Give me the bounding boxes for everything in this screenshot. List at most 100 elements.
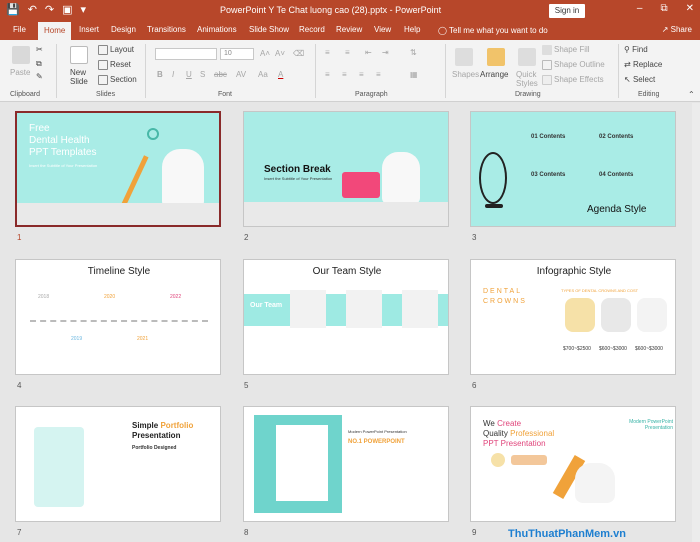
slide6-types: TYPES OF DENTAL CROWNS AND COST	[561, 288, 639, 293]
paste-button[interactable]: Paste	[10, 68, 30, 77]
tab-record[interactable]: Record	[299, 25, 325, 34]
smartart-icon[interactable]: ▦	[410, 70, 418, 79]
underline-button[interactable]: U	[186, 70, 192, 79]
new-slide-button[interactable]: New	[70, 68, 86, 77]
replace-button[interactable]: ⇄ Replace	[624, 60, 662, 69]
new-slide-icon[interactable]	[70, 46, 88, 64]
slide-number-9: 9	[472, 528, 477, 537]
layout-button[interactable]: Layout	[98, 45, 134, 55]
slide-thumbnail-6[interactable]: Infographic Style DENTAL CROWNS TYPES OF…	[470, 259, 676, 375]
numbering-icon[interactable]: ≡	[345, 48, 350, 57]
indent-icon[interactable]: ⇤	[365, 48, 372, 57]
font-color-button[interactable]: A	[278, 70, 283, 79]
member-photo-2	[346, 290, 382, 328]
customize-qat-icon[interactable]: ▾	[81, 3, 87, 16]
text-direction-icon[interactable]: ⇅	[410, 48, 417, 57]
change-case-button[interactable]: Aa	[258, 70, 268, 79]
slide-thumbnail-7[interactable]: Simple Portfolio Presentation Portfolio …	[15, 406, 221, 522]
shapes-button[interactable]: Shapes	[452, 70, 479, 79]
divider	[315, 44, 316, 98]
close-button[interactable]: ✕	[686, 3, 694, 14]
reset-button[interactable]: Reset	[98, 60, 131, 70]
slide-number-7: 7	[17, 528, 22, 537]
shape-outline-icon	[542, 60, 552, 70]
strikethrough-button[interactable]: abc	[214, 70, 227, 79]
sign-in-button[interactable]: Sign in	[549, 4, 585, 18]
tab-insert[interactable]: Insert	[79, 25, 99, 34]
tab-design[interactable]: Design	[111, 25, 136, 34]
slide9-title: We Create Quality Professional PPT Prese…	[483, 419, 555, 448]
quick-styles-icon[interactable]	[518, 48, 536, 66]
tab-transitions[interactable]: Transitions	[147, 25, 186, 34]
shape-outline-button[interactable]: Shape Outline	[542, 60, 605, 70]
crown-gold	[565, 298, 595, 332]
tab-view[interactable]: View	[374, 25, 391, 34]
tab-slide-show[interactable]: Slide Show	[249, 25, 289, 34]
quick-styles-button-line2[interactable]: Styles	[516, 79, 538, 88]
layout-icon	[98, 45, 108, 55]
slide-thumbnail-4[interactable]: Timeline Style 2018 2020 2022 2019 2021	[15, 259, 221, 375]
shape-fill-button[interactable]: Shape Fill	[542, 45, 590, 55]
tell-me-search[interactable]: ◯ Tell me what you want to do	[438, 26, 548, 35]
restore-button[interactable]: ⧉	[660, 3, 667, 14]
slide-thumbnail-1[interactable]: Free Dental Health PPT Templates Insert …	[15, 111, 221, 227]
section-button[interactable]: Section	[98, 75, 137, 85]
bold-button[interactable]: B	[157, 70, 163, 79]
collapse-ribbon-icon[interactable]: ⌃	[688, 90, 695, 99]
tab-help[interactable]: Help	[404, 25, 420, 34]
clear-format-icon[interactable]: ⌫	[293, 49, 304, 58]
arrange-button[interactable]: Arrange	[480, 70, 508, 79]
select-button[interactable]: ↖ Select	[624, 75, 655, 84]
presenter-icon[interactable]: ▣	[62, 3, 72, 16]
slide-number-1: 1	[17, 233, 22, 242]
slide-thumbnail-9[interactable]: We Create Quality Professional PPT Prese…	[470, 406, 676, 522]
shapes-icon[interactable]	[455, 48, 473, 66]
font-name-combo[interactable]	[155, 48, 217, 60]
copy-icon[interactable]: ⧉	[36, 59, 42, 69]
undo-icon[interactable]: ↶	[28, 3, 37, 16]
align-right-icon[interactable]: ≡	[359, 70, 364, 79]
slide-number-6: 6	[472, 381, 477, 390]
shadow-button[interactable]: S	[200, 70, 205, 79]
align-center-icon[interactable]: ≡	[342, 70, 347, 79]
vertical-scrollbar[interactable]	[692, 103, 700, 542]
tab-review[interactable]: Review	[336, 25, 362, 34]
redo-icon[interactable]: ↷	[45, 3, 54, 16]
paste-icon[interactable]	[12, 46, 30, 64]
dental-label	[511, 455, 547, 465]
share-button[interactable]: ↗ Share	[662, 25, 692, 34]
save-icon[interactable]: 💾	[6, 3, 20, 16]
format-painter-icon[interactable]: ✎	[36, 72, 43, 81]
tab-animations[interactable]: Animations	[197, 25, 237, 34]
quick-styles-button[interactable]: Quick	[516, 70, 536, 79]
slide2-title: Section Break	[264, 164, 331, 175]
find-button[interactable]: ⚲ Find	[624, 45, 648, 54]
arrange-icon[interactable]	[487, 48, 505, 66]
grow-font-button[interactable]: A˄	[260, 49, 270, 58]
select-icon: ↖	[624, 75, 633, 84]
shape-effects-button[interactable]: Shape Effects	[542, 75, 604, 85]
tab-home[interactable]: Home	[38, 22, 72, 40]
slide-thumbnail-8[interactable]: Dental Clinic Modern PowerPoint Presenta…	[243, 406, 449, 522]
new-slide-button-line2[interactable]: Slide	[70, 77, 88, 86]
outdent-icon[interactable]: ⇥	[382, 48, 389, 57]
slide-thumbnail-5[interactable]: Our Team Style Our Team	[243, 259, 449, 375]
medical-bag-image	[342, 172, 380, 198]
shrink-font-button[interactable]: A˅	[275, 49, 285, 58]
italic-button[interactable]: I	[172, 70, 174, 79]
ribbon-tabs: File Home Insert Design Transitions Anim…	[0, 22, 700, 40]
minimize-button[interactable]: –	[637, 3, 643, 14]
slide-number-2: 2	[244, 233, 249, 242]
tab-file[interactable]: File	[13, 25, 26, 34]
align-left-icon[interactable]: ≡	[325, 70, 330, 79]
char-spacing-button[interactable]: AV	[236, 70, 246, 79]
paragraph-group-label: Paragraph	[355, 91, 388, 98]
font-size-combo[interactable]: 10	[220, 48, 254, 60]
slide4-title: Timeline Style	[87, 266, 151, 277]
slide-thumbnail-3[interactable]: 01 Contents 02 Contents 03 Contents 04 C…	[470, 111, 676, 227]
slide-thumbnail-2[interactable]: Section Break Insert the Subtitle of You…	[243, 111, 449, 227]
tooth-icon	[491, 453, 505, 467]
bullets-icon[interactable]: ≡	[325, 48, 330, 57]
cut-icon[interactable]: ✂	[36, 45, 43, 54]
justify-icon[interactable]: ≡	[376, 70, 381, 79]
